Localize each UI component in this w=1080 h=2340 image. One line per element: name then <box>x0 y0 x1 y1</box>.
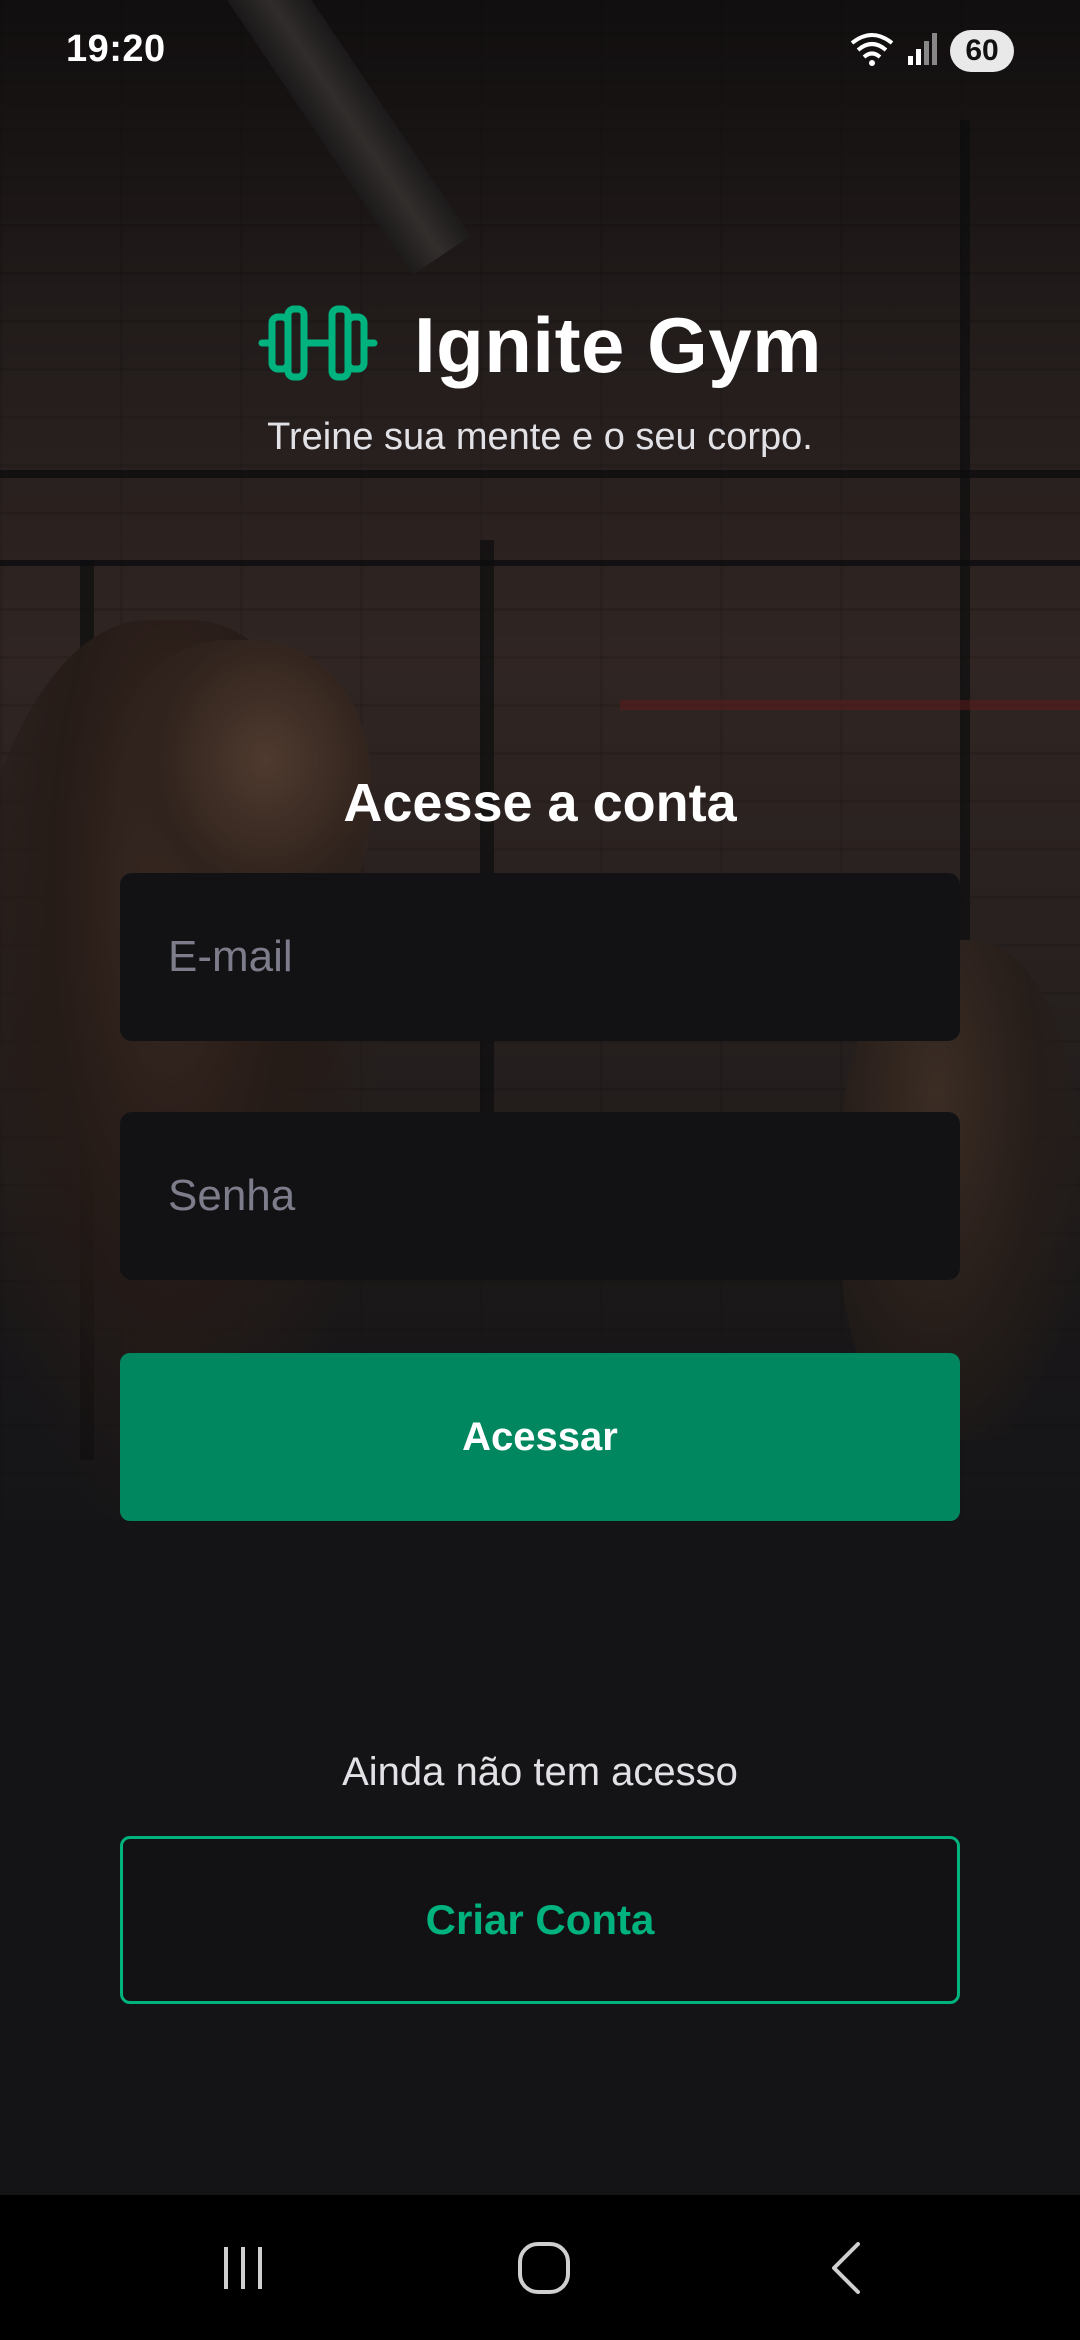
app-title: Ignite Gym <box>413 301 823 389</box>
navigation-bar <box>0 2195 1080 2340</box>
password-field[interactable] <box>120 1112 960 1280</box>
email-field[interactable] <box>120 873 960 1041</box>
login-screen: 19:20 60 Ignite Gym Treine sua mente e o… <box>0 0 1080 2195</box>
dumbbell-icon <box>258 303 378 388</box>
password-input[interactable] <box>168 1171 960 1221</box>
home-icon[interactable] <box>464 2195 624 2340</box>
recent-apps-icon[interactable] <box>163 2195 323 2340</box>
brand-header: Ignite Gym <box>0 300 1080 391</box>
status-time: 19:20 <box>66 28 166 70</box>
create-account-button[interactable]: Criar Conta <box>120 1836 960 2004</box>
status-bar: 19:20 60 <box>0 0 1080 100</box>
app-tagline: Treine sua mente e o seu corpo. <box>267 416 813 458</box>
wifi-icon <box>850 31 894 72</box>
back-icon[interactable] <box>766 2195 926 2340</box>
signup-hint: Ainda não tem acesso <box>342 1750 738 1794</box>
email-input[interactable] <box>168 932 960 982</box>
battery-icon: 60 <box>950 30 1014 72</box>
signal-icon <box>906 32 938 71</box>
login-button[interactable]: Acessar <box>120 1353 960 1521</box>
form-title: Acesse a conta <box>343 773 737 833</box>
